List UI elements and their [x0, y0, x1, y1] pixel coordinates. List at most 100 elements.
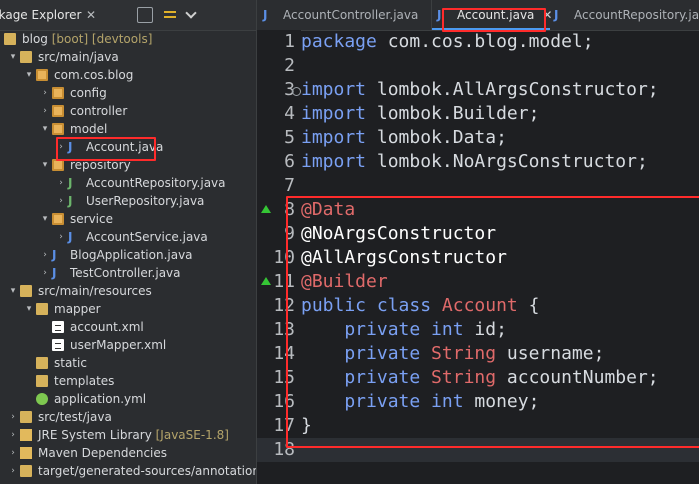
- tree-item-label: Account.java: [86, 138, 163, 156]
- close-icon[interactable]: ✕: [86, 8, 96, 22]
- tree-item-text: blog: [22, 32, 48, 46]
- chevron-right-icon[interactable]: ›: [8, 444, 18, 462]
- tree-item[interactable]: userMapper.xml: [0, 336, 256, 354]
- tree-item[interactable]: › Maven Dependencies: [0, 444, 256, 462]
- tree-item[interactable]: › JRE System Library [JavaSE-1.8]: [0, 426, 256, 444]
- code-line: @NoArgsConstructor: [301, 223, 497, 244]
- chevron-down-icon[interactable]: ▾: [24, 300, 34, 318]
- tree-item-label: JRE System Library [JavaSE-1.8]: [38, 426, 229, 444]
- tree-item[interactable]: ▾ com.cos.blog: [0, 66, 256, 84]
- chevron-right-icon[interactable]: ›: [8, 462, 18, 480]
- chevron-down-icon[interactable]: ▾: [8, 282, 18, 300]
- chevron-right-icon[interactable]: ›: [40, 84, 50, 102]
- tree-item[interactable]: ▾ mapper: [0, 300, 256, 318]
- tree-item[interactable]: › target/generated-sources/annotations: [0, 462, 256, 480]
- chevron-down-icon[interactable]: ▾: [24, 66, 34, 84]
- tab-account[interactable]: J Account.java ✕: [437, 0, 552, 30]
- tree-item-text: templates: [54, 374, 115, 388]
- code-line: private String username;: [301, 343, 605, 364]
- tree-item-label: UserRepository.java: [86, 192, 204, 210]
- code-line: private int money;: [301, 391, 540, 412]
- code-line: package com.cos.blog.model;: [301, 31, 594, 52]
- tree-item[interactable]: › J AccountRepository.java: [0, 174, 256, 192]
- package-icon: [52, 213, 64, 225]
- chevron-down-icon[interactable]: [185, 7, 197, 19]
- tree-item[interactable]: static: [0, 354, 256, 372]
- chevron-down-icon[interactable]: ▾: [0, 30, 2, 48]
- chevron-right-icon[interactable]: ›: [56, 138, 66, 156]
- chevron-right-icon[interactable]: ›: [40, 102, 50, 120]
- tree-item-text: BlogApplication.java: [70, 248, 193, 262]
- tab-label: Account.java: [457, 8, 535, 22]
- chevron-right-icon[interactable]: ›: [56, 192, 66, 210]
- tree-item-text: application.yml: [54, 392, 147, 406]
- fold-icon[interactable]: [292, 87, 301, 96]
- tree-item[interactable]: › J UserRepository.java: [0, 192, 256, 210]
- tree-item-label: mapper: [54, 300, 101, 318]
- tree-item[interactable]: ▾ repository: [0, 156, 256, 174]
- tree-item[interactable]: ▾ src/main/java: [0, 48, 256, 66]
- collapse-all-icon[interactable]: [137, 7, 153, 23]
- tree-item-label: config: [70, 84, 107, 102]
- tree-item[interactable]: › J AccountService.java: [0, 228, 256, 246]
- chevron-down-icon[interactable]: ▾: [8, 48, 18, 66]
- tree-item[interactable]: › J TestController.java: [0, 264, 256, 282]
- chevron-right-icon[interactable]: ›: [56, 174, 66, 192]
- tab-label: AccountRepository.java: [574, 8, 699, 22]
- tree-item[interactable]: account.xml: [0, 318, 256, 336]
- chevron-right-icon[interactable]: ›: [56, 228, 66, 246]
- tree-item[interactable]: templates: [0, 372, 256, 390]
- code-editor[interactable]: package com.cos.blog.model; import lombo…: [301, 30, 699, 484]
- tree-item[interactable]: ▾ src/main/resources: [0, 282, 256, 300]
- link-with-editor-icon[interactable]: [163, 7, 177, 21]
- chevron-down-icon[interactable]: ▾: [40, 210, 50, 228]
- tree-item[interactable]: › src/test/java: [0, 408, 256, 426]
- tab-account-repository[interactable]: J AccountRepository.java: [554, 0, 699, 30]
- java-class-icon: J: [68, 140, 73, 154]
- chevron-right-icon[interactable]: ›: [8, 408, 18, 426]
- current-line: [301, 438, 699, 462]
- tree-item-text: userMapper.xml: [70, 338, 167, 352]
- tree-item[interactable]: ▾ model: [0, 120, 256, 138]
- tree-item[interactable]: › controller: [0, 102, 256, 120]
- folder-icon: [36, 357, 48, 369]
- tab-account-controller[interactable]: J AccountController.java: [263, 0, 418, 30]
- tree-item[interactable]: › config: [0, 84, 256, 102]
- tree-item-text: TestController.java: [70, 266, 181, 280]
- tree-item[interactable]: ▾ service: [0, 210, 256, 228]
- folder-icon: [4, 33, 16, 45]
- tree-item[interactable]: application.yml: [0, 390, 256, 408]
- tree-item-label: account.xml: [70, 318, 144, 336]
- chevron-right-icon[interactable]: ›: [40, 264, 50, 282]
- chevron-right-icon[interactable]: ›: [8, 426, 18, 444]
- folder-icon: [20, 285, 32, 297]
- tree-item[interactable]: › J Account.java: [0, 138, 256, 156]
- tree-item-label: src/test/java: [38, 408, 112, 426]
- chevron-down-icon[interactable]: ▾: [40, 156, 50, 174]
- java-file-icon: J: [437, 8, 442, 22]
- line-number-gutter: 1 2 3 4 5 6 7 8 9 10 11 12 13 14 15 16 17 18: [257, 30, 301, 484]
- chevron-down-icon[interactable]: ▾: [40, 120, 50, 138]
- tree-item-label: controller: [70, 102, 127, 120]
- tree-item-label: AccountRepository.java: [86, 174, 226, 192]
- line-number: 2: [284, 55, 295, 76]
- tree-item[interactable]: ▾ blog [boot] [devtools]: [0, 30, 256, 48]
- tree-item-text: Maven Dependencies: [38, 446, 168, 460]
- line-number: 16: [273, 391, 295, 412]
- folder-icon: [20, 411, 32, 423]
- line-number: 6: [284, 151, 295, 172]
- tree-item[interactable]: › J BlogApplication.java: [0, 246, 256, 264]
- tree-item-text: JRE System Library: [38, 428, 152, 442]
- java-class-icon: J: [68, 230, 73, 244]
- package-explorer-tab[interactable]: ckage Explorer: [0, 0, 89, 30]
- line-number: 7: [284, 175, 295, 196]
- line-number: 14: [273, 343, 295, 364]
- package-icon: [52, 87, 64, 99]
- tab-divider: [431, 0, 432, 30]
- tree-item-text: controller: [70, 104, 128, 118]
- close-icon[interactable]: ✕: [542, 8, 552, 22]
- chevron-right-icon[interactable]: ›: [40, 246, 50, 264]
- line-number: 18: [257, 438, 301, 462]
- folder-icon: [20, 51, 32, 63]
